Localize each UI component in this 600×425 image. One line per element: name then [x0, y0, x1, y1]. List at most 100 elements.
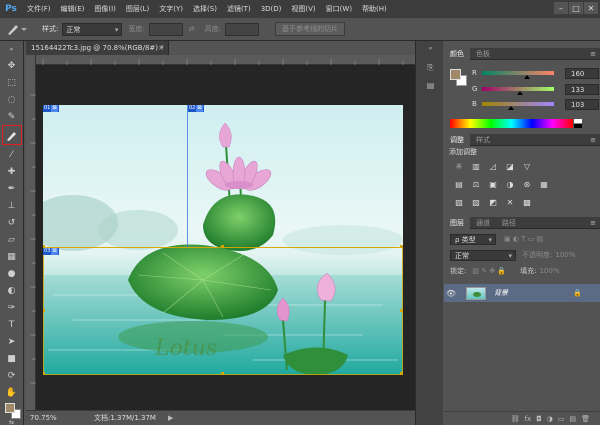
foreground-color-swatch[interactable] [5, 403, 15, 413]
menu-help[interactable]: 帮助(H) [357, 4, 392, 14]
brightness-contrast-icon[interactable]: ☼ [452, 161, 466, 172]
quick-select-tool-icon[interactable]: ✎ [3, 110, 20, 123]
layer-name[interactable]: 背景 [494, 288, 508, 298]
adjustment-layer-icon[interactable]: ◑ [547, 415, 553, 423]
clone-stamp-tool-icon[interactable]: ⊥ [3, 199, 20, 212]
posterize-icon[interactable]: ▧ [469, 197, 483, 208]
tab-styles[interactable]: 样式 [470, 134, 496, 146]
history-panel-icon[interactable]: ⎘ [424, 63, 437, 74]
tab-color[interactable]: 颜色 [444, 47, 470, 60]
zoom-level[interactable]: 70.75% [26, 414, 74, 422]
tab-paths[interactable]: 路径 [496, 217, 522, 229]
color-lookup-icon[interactable]: ▦ [537, 179, 551, 190]
opacity-value[interactable]: 100% [555, 251, 575, 259]
green-slider[interactable] [482, 87, 554, 95]
horizontal-ruler[interactable] [36, 55, 415, 65]
green-value-field[interactable]: 133 [565, 83, 599, 95]
slice-label-01[interactable]: 01 ⊠ [43, 105, 59, 112]
height-field[interactable] [224, 22, 259, 36]
layer-filter-select[interactable]: ρ 类型 [450, 233, 496, 245]
status-menu-icon[interactable]: ▶ [168, 414, 173, 422]
blue-slider-thumb[interactable] [508, 106, 515, 110]
tab-adjustments[interactable]: 调整 [444, 133, 470, 146]
photo-filter-icon[interactable]: ◑ [503, 179, 517, 190]
collapse-toolbox-icon[interactable]: » [3, 43, 20, 56]
dodge-tool-icon[interactable]: ◐ [3, 284, 20, 297]
type-tool-icon[interactable]: T [3, 318, 20, 331]
lotus-image[interactable]: Lotus 01 ⊠ 02 ⊠ 03 ⊠ [43, 105, 403, 375]
slices-from-guides-button[interactable]: 基于参考线的切片 [274, 22, 345, 36]
panel-menu-icon[interactable]: ≡ [590, 217, 596, 229]
color-spectrum-bar[interactable] [450, 119, 573, 128]
move-tool-icon[interactable]: ✥ [3, 59, 20, 72]
properties-panel-icon[interactable]: ▤ [424, 81, 437, 92]
gradient-map-icon[interactable]: ▩ [520, 197, 534, 208]
minimize-button[interactable]: – [554, 2, 568, 14]
layer-style-icon[interactable]: fx [525, 415, 532, 423]
vertical-ruler[interactable] [26, 55, 36, 410]
slice-tool-icon[interactable] [2, 125, 22, 145]
menu-3d[interactable]: 3D(D) [256, 5, 287, 13]
width-field[interactable] [148, 22, 183, 36]
style-select[interactable]: 正常 [62, 22, 123, 36]
close-button[interactable]: ✕ [584, 2, 598, 14]
menu-file[interactable]: 文件(F) [22, 4, 56, 14]
blend-mode-select[interactable]: 正常 [450, 249, 516, 261]
path-selection-tool-icon[interactable]: ➤ [3, 335, 20, 348]
hue-saturation-icon[interactable]: ▤ [452, 179, 466, 190]
new-group-icon[interactable]: ▭ [558, 415, 565, 423]
menu-layer[interactable]: 图层(L) [121, 4, 154, 14]
expand-panels-icon[interactable]: « [424, 45, 437, 56]
rectangle-tool-icon[interactable]: ■ [3, 352, 20, 365]
slice-label-03[interactable]: 03 ⊠ [43, 248, 59, 255]
menu-image[interactable]: 图像(I) [89, 4, 121, 14]
green-slider-thumb[interactable] [516, 91, 523, 95]
visibility-eye-icon[interactable]: 👁 [444, 289, 458, 298]
delete-layer-icon[interactable]: 🗑 [581, 415, 590, 423]
tab-layers[interactable]: 图层 [444, 216, 470, 229]
red-slider[interactable] [482, 71, 554, 79]
panel-menu-icon[interactable]: ≡ [590, 134, 596, 146]
fill-value[interactable]: 100% [539, 267, 559, 275]
brush-tool-icon[interactable]: ✒ [3, 182, 20, 195]
selective-color-icon[interactable]: ✕ [503, 197, 517, 208]
exposure-icon[interactable]: ◪ [503, 161, 517, 172]
menu-view[interactable]: 视图(V) [286, 4, 320, 14]
marquee-tool-icon[interactable]: ⬚ [3, 76, 20, 89]
red-value-field[interactable]: 160 [565, 67, 599, 79]
menu-window[interactable]: 窗口(W) [321, 4, 357, 14]
menu-filter[interactable]: 滤镜(T) [222, 4, 256, 14]
layer-filter-icons[interactable]: ▣ ◐ T ▭ ▤ [504, 235, 543, 243]
document-tab[interactable]: 15164422Tc3.jpg @ 70.8%(RGB/8#) * × [26, 41, 169, 55]
menu-edit[interactable]: 编辑(E) [56, 4, 90, 14]
blue-value-field[interactable]: 103 [565, 98, 599, 110]
slice-tool-preset-icon[interactable] [6, 20, 36, 38]
blur-tool-icon[interactable]: ● [3, 267, 20, 280]
menu-type[interactable]: 文字(Y) [154, 4, 188, 14]
red-slider-thumb[interactable] [524, 75, 531, 79]
tab-channels[interactable]: 通道 [470, 217, 496, 229]
link-layers-icon[interactable]: ⛓ [511, 415, 520, 423]
color-balance-icon[interactable]: ⚖ [469, 179, 483, 190]
eyedropper-tool-icon[interactable]: ⁄ [3, 148, 20, 161]
tab-swatches[interactable]: 色板 [470, 48, 496, 60]
blue-slider[interactable] [482, 102, 554, 110]
new-layer-icon[interactable]: ▤ [569, 415, 576, 423]
lasso-tool-icon[interactable]: ◌ [3, 93, 20, 106]
gradient-tool-icon[interactable]: ▦ [3, 250, 20, 263]
curves-icon[interactable]: ◿ [486, 161, 500, 172]
close-document-icon[interactable]: × [158, 41, 164, 55]
layer-mask-icon[interactable]: ◘ [536, 415, 542, 423]
maximize-button[interactable]: □ [569, 2, 583, 14]
healing-brush-tool-icon[interactable]: ✚ [3, 165, 20, 178]
lock-icons[interactable]: ▨ ✎ ✥ 🔒 [472, 267, 506, 275]
history-brush-tool-icon[interactable]: ↺ [3, 216, 20, 229]
eraser-tool-icon[interactable]: ▱ [3, 233, 20, 246]
menu-select[interactable]: 选择(S) [188, 4, 222, 14]
panel-menu-icon[interactable]: ≡ [590, 48, 596, 60]
levels-icon[interactable]: ▥ [469, 161, 483, 172]
layer-row-background[interactable]: 👁 背景 🔒 [444, 284, 600, 302]
slice-label-02[interactable]: 02 ⊠ [188, 105, 204, 112]
vibrance-icon[interactable]: ▽ [520, 161, 534, 172]
black-white-ramp[interactable] [574, 119, 582, 128]
